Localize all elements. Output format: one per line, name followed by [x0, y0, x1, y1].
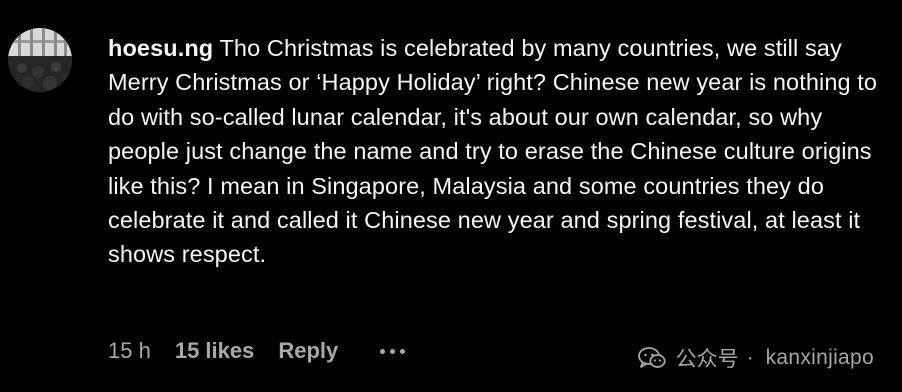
comment-time: 15 h — [108, 338, 151, 363]
watermark-platform: 公众号 — [675, 348, 739, 371]
ellipsis-icon[interactable] — [380, 348, 406, 354]
comment-text: Tho Christmas is celebrated by many coun… — [108, 35, 878, 268]
comment-meta: 15 h 15 likes Reply — [108, 337, 406, 365]
avatar-image — [8, 28, 72, 92]
comment-body: hoesu.ng Tho Christmas is celebrated by … — [108, 31, 898, 272]
watermark: 公众号 · kanxinjiapo — [637, 343, 874, 373]
watermark-separator: · — [746, 346, 754, 369]
likes-count[interactable]: 15 likes — [175, 338, 255, 364]
wechat-icon — [637, 347, 666, 368]
watermark-account: kanxinjiapo — [765, 346, 874, 369]
reply-button[interactable]: Reply — [278, 338, 338, 364]
avatar[interactable] — [8, 28, 72, 92]
comment-username[interactable]: hoesu.ng — [108, 35, 213, 61]
